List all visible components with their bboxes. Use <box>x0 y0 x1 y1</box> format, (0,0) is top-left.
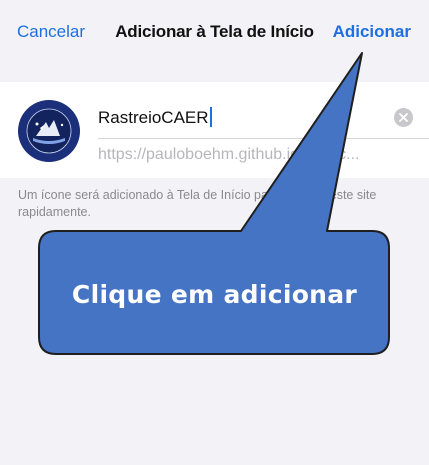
text-caret <box>209 107 212 127</box>
clear-text-button[interactable] <box>394 108 413 127</box>
name-input-value: RastreioCAER <box>98 108 209 127</box>
bookmark-card: RastreioCAER https://pauloboehm.github.i… <box>0 82 429 178</box>
callout-annotation: Clique em adicionar <box>0 0 429 460</box>
navigation-bar: Cancelar Adicionar à Tela de Início Adic… <box>0 0 429 66</box>
callout-bubble-shape <box>38 52 390 355</box>
close-icon <box>399 113 408 122</box>
url-label: https://pauloboehm.github.io/web-c... <box>98 146 360 163</box>
description-text: Um ícone será adicionado à Tela de Iníci… <box>18 188 377 219</box>
name-field-row: RastreioCAER <box>98 92 429 139</box>
caer-logo-icon <box>16 98 82 164</box>
name-input[interactable]: RastreioCAER <box>98 107 212 128</box>
add-button[interactable]: Adicionar <box>333 22 411 42</box>
callout-text: Clique em adicionar <box>71 280 358 309</box>
